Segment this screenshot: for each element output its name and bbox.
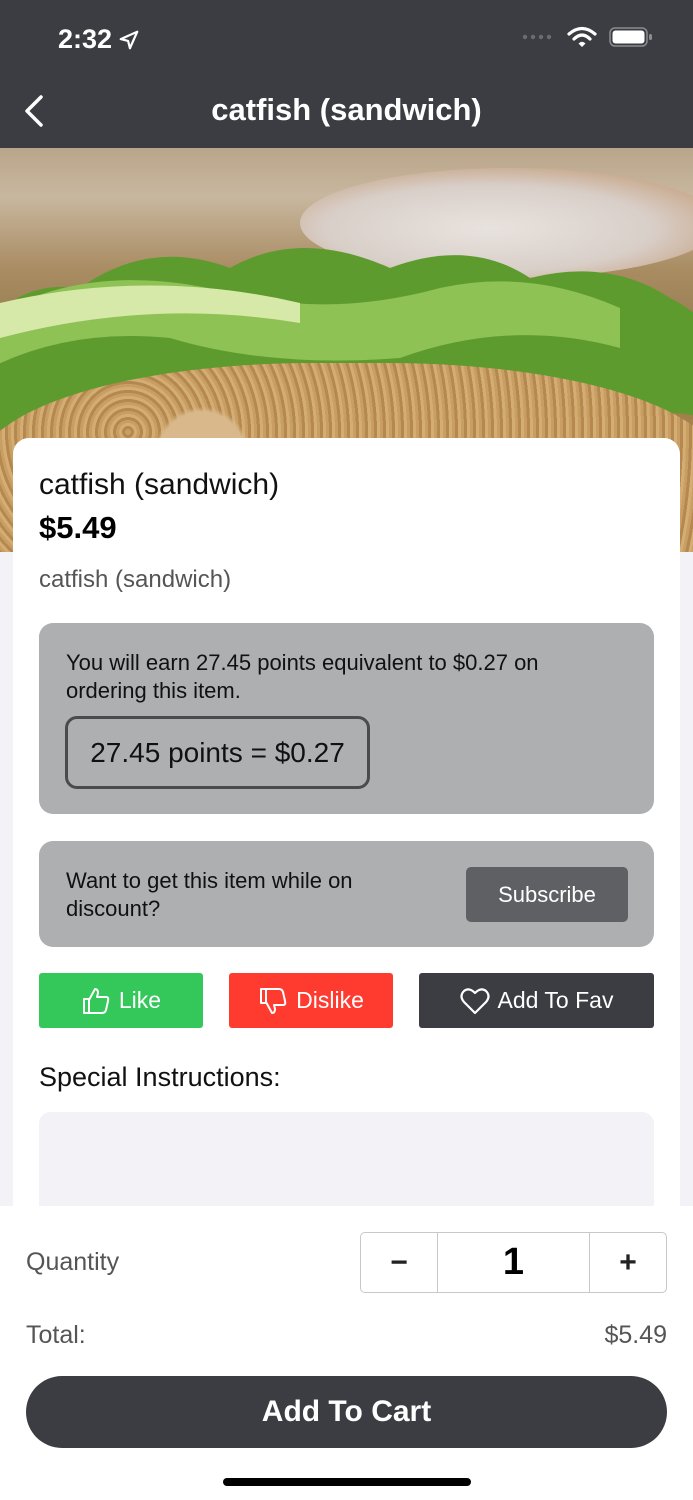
status-time-text: 2:32 — [58, 24, 113, 54]
subscribe-button[interactable]: Subscribe — [466, 867, 628, 922]
special-instructions-label: Special Instructions: — [39, 1062, 281, 1092]
item-details-card: catfish (sandwich) $5.49 catfish (sandwi… — [13, 438, 680, 1238]
location-arrow-icon — [119, 30, 139, 49]
wifi-icon — [567, 26, 597, 47]
quantity-label: Quantity — [26, 1248, 120, 1276]
home-indicator — [223, 1478, 471, 1486]
add-to-cart-button[interactable]: Add To Cart — [26, 1376, 667, 1448]
reaction-buttons: Like Dislike Add To Fav — [39, 973, 654, 1028]
item-name: catfish (sandwich) — [39, 468, 280, 501]
battery-icon — [609, 27, 652, 47]
status-icons — [521, 26, 653, 48]
subscribe-message: Want to get this item while on discount? — [66, 868, 353, 921]
total-label: Total: — [26, 1321, 86, 1349]
total-value: $5.49 — [604, 1321, 667, 1349]
cellular-signal-icon — [522, 34, 552, 40]
thumbs-up-icon — [82, 987, 110, 1014]
quantity-stepper: − 1 + — [360, 1232, 667, 1293]
subscribe-box: Want to get this item while on discount?… — [39, 841, 654, 947]
decrement-button[interactable]: − — [361, 1233, 437, 1292]
nav-bar: catfish (sandwich) — [0, 75, 693, 148]
status-bar: 2:32 — [0, 0, 693, 75]
purchase-panel: Quantity − 1 + Total: $5.49 Add To Cart — [0, 1206, 693, 1500]
increment-button[interactable]: + — [590, 1233, 666, 1292]
points-message: You will earn 27.45 points equivalent to… — [66, 650, 539, 703]
like-button[interactable]: Like — [39, 973, 203, 1028]
page-title: catfish (sandwich) — [211, 92, 482, 127]
dislike-button[interactable]: Dislike — [229, 973, 393, 1028]
heart-icon — [459, 987, 490, 1014]
item-price: $5.49 — [39, 510, 117, 545]
thumbs-down-icon — [260, 987, 287, 1014]
add-to-fav-label: Add To Fav — [497, 987, 614, 1013]
like-label: Like — [118, 987, 162, 1013]
points-badge: 27.45 points = $0.27 — [65, 716, 370, 789]
points-info-box: You will earn 27.45 points equivalent to… — [39, 623, 654, 814]
status-time: 2:32 — [58, 24, 140, 55]
dislike-label: Dislike — [296, 987, 364, 1013]
item-description: catfish (sandwich) — [39, 566, 232, 593]
add-to-fav-button[interactable]: Add To Fav — [419, 973, 654, 1028]
quantity-value: 1 — [437, 1233, 590, 1292]
